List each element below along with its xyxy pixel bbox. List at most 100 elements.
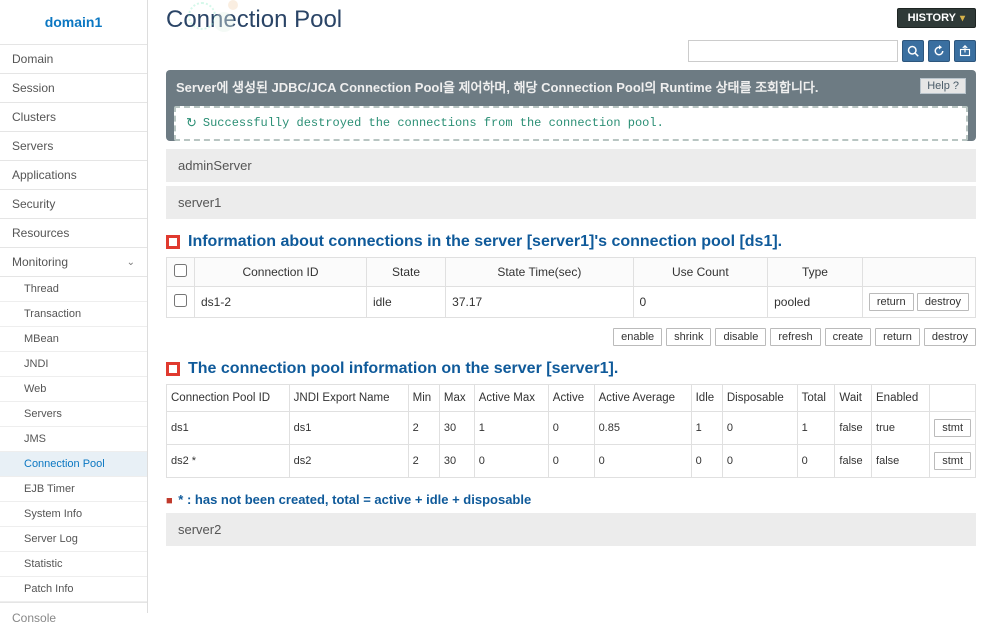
subnav-ejb-timer[interactable]: EJB Timer (0, 477, 147, 502)
stmt-button[interactable]: stmt (934, 419, 971, 437)
nav-console[interactable]: Console (0, 602, 147, 633)
chevron-down-icon: ⌄ (127, 257, 135, 268)
success-icon: ↻ (186, 116, 197, 131)
search-icon[interactable] (902, 40, 924, 62)
create-button[interactable]: create (825, 328, 872, 346)
cell-min: 2 (408, 411, 439, 444)
col-state: State (366, 257, 445, 286)
success-message: ↻ Successfully destroyed the connections… (174, 106, 968, 141)
subnav-patch-info[interactable]: Patch Info (0, 577, 147, 602)
subnav-transaction[interactable]: Transaction (0, 302, 147, 327)
cell-max: 30 (439, 444, 474, 477)
row-checkbox[interactable] (174, 294, 187, 307)
cell-use-count: 0 (633, 286, 768, 317)
cell-type: pooled (768, 286, 863, 317)
section2-title: The connection pool information on the s… (188, 360, 618, 378)
col-total: Total (797, 384, 835, 411)
pool-info-table: Connection Pool ID JNDI Export Name Min … (166, 384, 976, 478)
cell-state-time: 37.17 (446, 286, 633, 317)
connections-table: Connection ID State State Time(sec) Use … (166, 257, 976, 318)
nav-session[interactable]: Session (0, 74, 147, 103)
cell-avg: 0 (594, 444, 691, 477)
subnav-statistic[interactable]: Statistic (0, 552, 147, 577)
nav-monitoring[interactable]: Monitoring ⌄ (0, 248, 147, 277)
main-content: Connection Pool HISTORY ▾ Server에 생성된 JD… (148, 0, 988, 613)
cell-disp: 0 (722, 444, 797, 477)
cell-total: 1 (797, 411, 835, 444)
subnav-thread[interactable]: Thread (0, 277, 147, 302)
subnav-mbean[interactable]: MBean (0, 327, 147, 352)
stmt-button[interactable]: stmt (934, 452, 971, 470)
notice-description: Server에 생성된 JDBC/JCA Connection Pool을 제어… (176, 78, 818, 98)
nav-servers[interactable]: Servers (0, 132, 147, 161)
section1-header: Information about connections in the ser… (166, 233, 976, 251)
col-connection-id: Connection ID (195, 257, 367, 286)
cell-idle: 1 (691, 411, 722, 444)
col-active-max: Active Max (474, 384, 548, 411)
nav-domain[interactable]: Domain (0, 45, 147, 74)
legend-text: * : has not been created, total = active… (178, 492, 531, 507)
col-enabled: Enabled (872, 384, 930, 411)
cell-amax: 1 (474, 411, 548, 444)
enable-button[interactable]: enable (613, 328, 662, 346)
return-button[interactable]: return (869, 293, 914, 311)
col-wait: Wait (835, 384, 872, 411)
nav-resources[interactable]: Resources (0, 219, 147, 248)
server2-bar[interactable]: server2 (166, 513, 976, 546)
col-use-count: Use Count (633, 257, 768, 286)
table-row: ds1-2 idle 37.17 0 pooled return destroy (167, 286, 976, 317)
subnav-connection-pool[interactable]: Connection Pool (0, 452, 147, 477)
success-text: Successfully destroyed the connections f… (203, 116, 664, 130)
subnav-servers[interactable]: Servers (0, 402, 147, 427)
nav-monitoring-label: Monitoring (12, 255, 68, 269)
cell-active: 0 (548, 444, 594, 477)
refresh-button[interactable]: refresh (770, 328, 820, 346)
cell-min: 2 (408, 444, 439, 477)
nav-applications[interactable]: Applications (0, 161, 147, 190)
subnav-jms[interactable]: JMS (0, 427, 147, 452)
help-button[interactable]: Help ? (920, 78, 966, 94)
col-active: Active (548, 384, 594, 411)
subnav-server-log[interactable]: Server Log (0, 527, 147, 552)
cell-wait: false (835, 444, 872, 477)
refresh-icon[interactable] (928, 40, 950, 62)
cell-active: 0 (548, 411, 594, 444)
destroy-all-button[interactable]: destroy (924, 328, 976, 346)
cell-pool-id: ds2 * (167, 444, 290, 477)
cell-amax: 0 (474, 444, 548, 477)
cell-jndi: ds1 (289, 411, 408, 444)
subnav-jndi[interactable]: JNDI (0, 352, 147, 377)
sidebar: domain1 Domain Session Clusters Servers … (0, 0, 148, 613)
pool-actions: enable shrink disable refresh create ret… (166, 328, 976, 346)
section-bullet-icon (166, 362, 180, 376)
cell-pool-id: ds1 (167, 411, 290, 444)
search-input[interactable] (688, 40, 898, 62)
select-all-checkbox[interactable] (174, 264, 187, 277)
legend-star-icon: ■ (166, 495, 173, 507)
monitoring-subnav: Thread Transaction MBean JNDI Web Server… (0, 277, 147, 602)
col-max: Max (439, 384, 474, 411)
subnav-web[interactable]: Web (0, 377, 147, 402)
server1-bar[interactable]: server1 (166, 186, 976, 219)
main-nav: Domain Session Clusters Servers Applicat… (0, 45, 147, 277)
nav-security[interactable]: Security (0, 190, 147, 219)
cell-enabled: false (872, 444, 930, 477)
server-admin-bar[interactable]: adminServer (166, 149, 976, 182)
shrink-button[interactable]: shrink (666, 328, 711, 346)
cell-idle: 0 (691, 444, 722, 477)
col-state-time: State Time(sec) (446, 257, 633, 286)
return-all-button[interactable]: return (875, 328, 920, 346)
export-icon[interactable] (954, 40, 976, 62)
nav-clusters[interactable]: Clusters (0, 103, 147, 132)
history-button[interactable]: HISTORY ▾ (897, 8, 976, 28)
table-row: ds1 ds1 2 30 1 0 0.85 1 0 1 false true s… (167, 411, 976, 444)
legend-note: ■ * : has not been created, total = acti… (166, 492, 976, 507)
col-min: Min (408, 384, 439, 411)
col-pool-id: Connection Pool ID (167, 384, 290, 411)
disable-button[interactable]: disable (715, 328, 766, 346)
cell-enabled: true (872, 411, 930, 444)
subnav-system-info[interactable]: System Info (0, 502, 147, 527)
cell-max: 30 (439, 411, 474, 444)
destroy-button[interactable]: destroy (917, 293, 969, 311)
chevron-down-icon: ▾ (960, 13, 965, 24)
